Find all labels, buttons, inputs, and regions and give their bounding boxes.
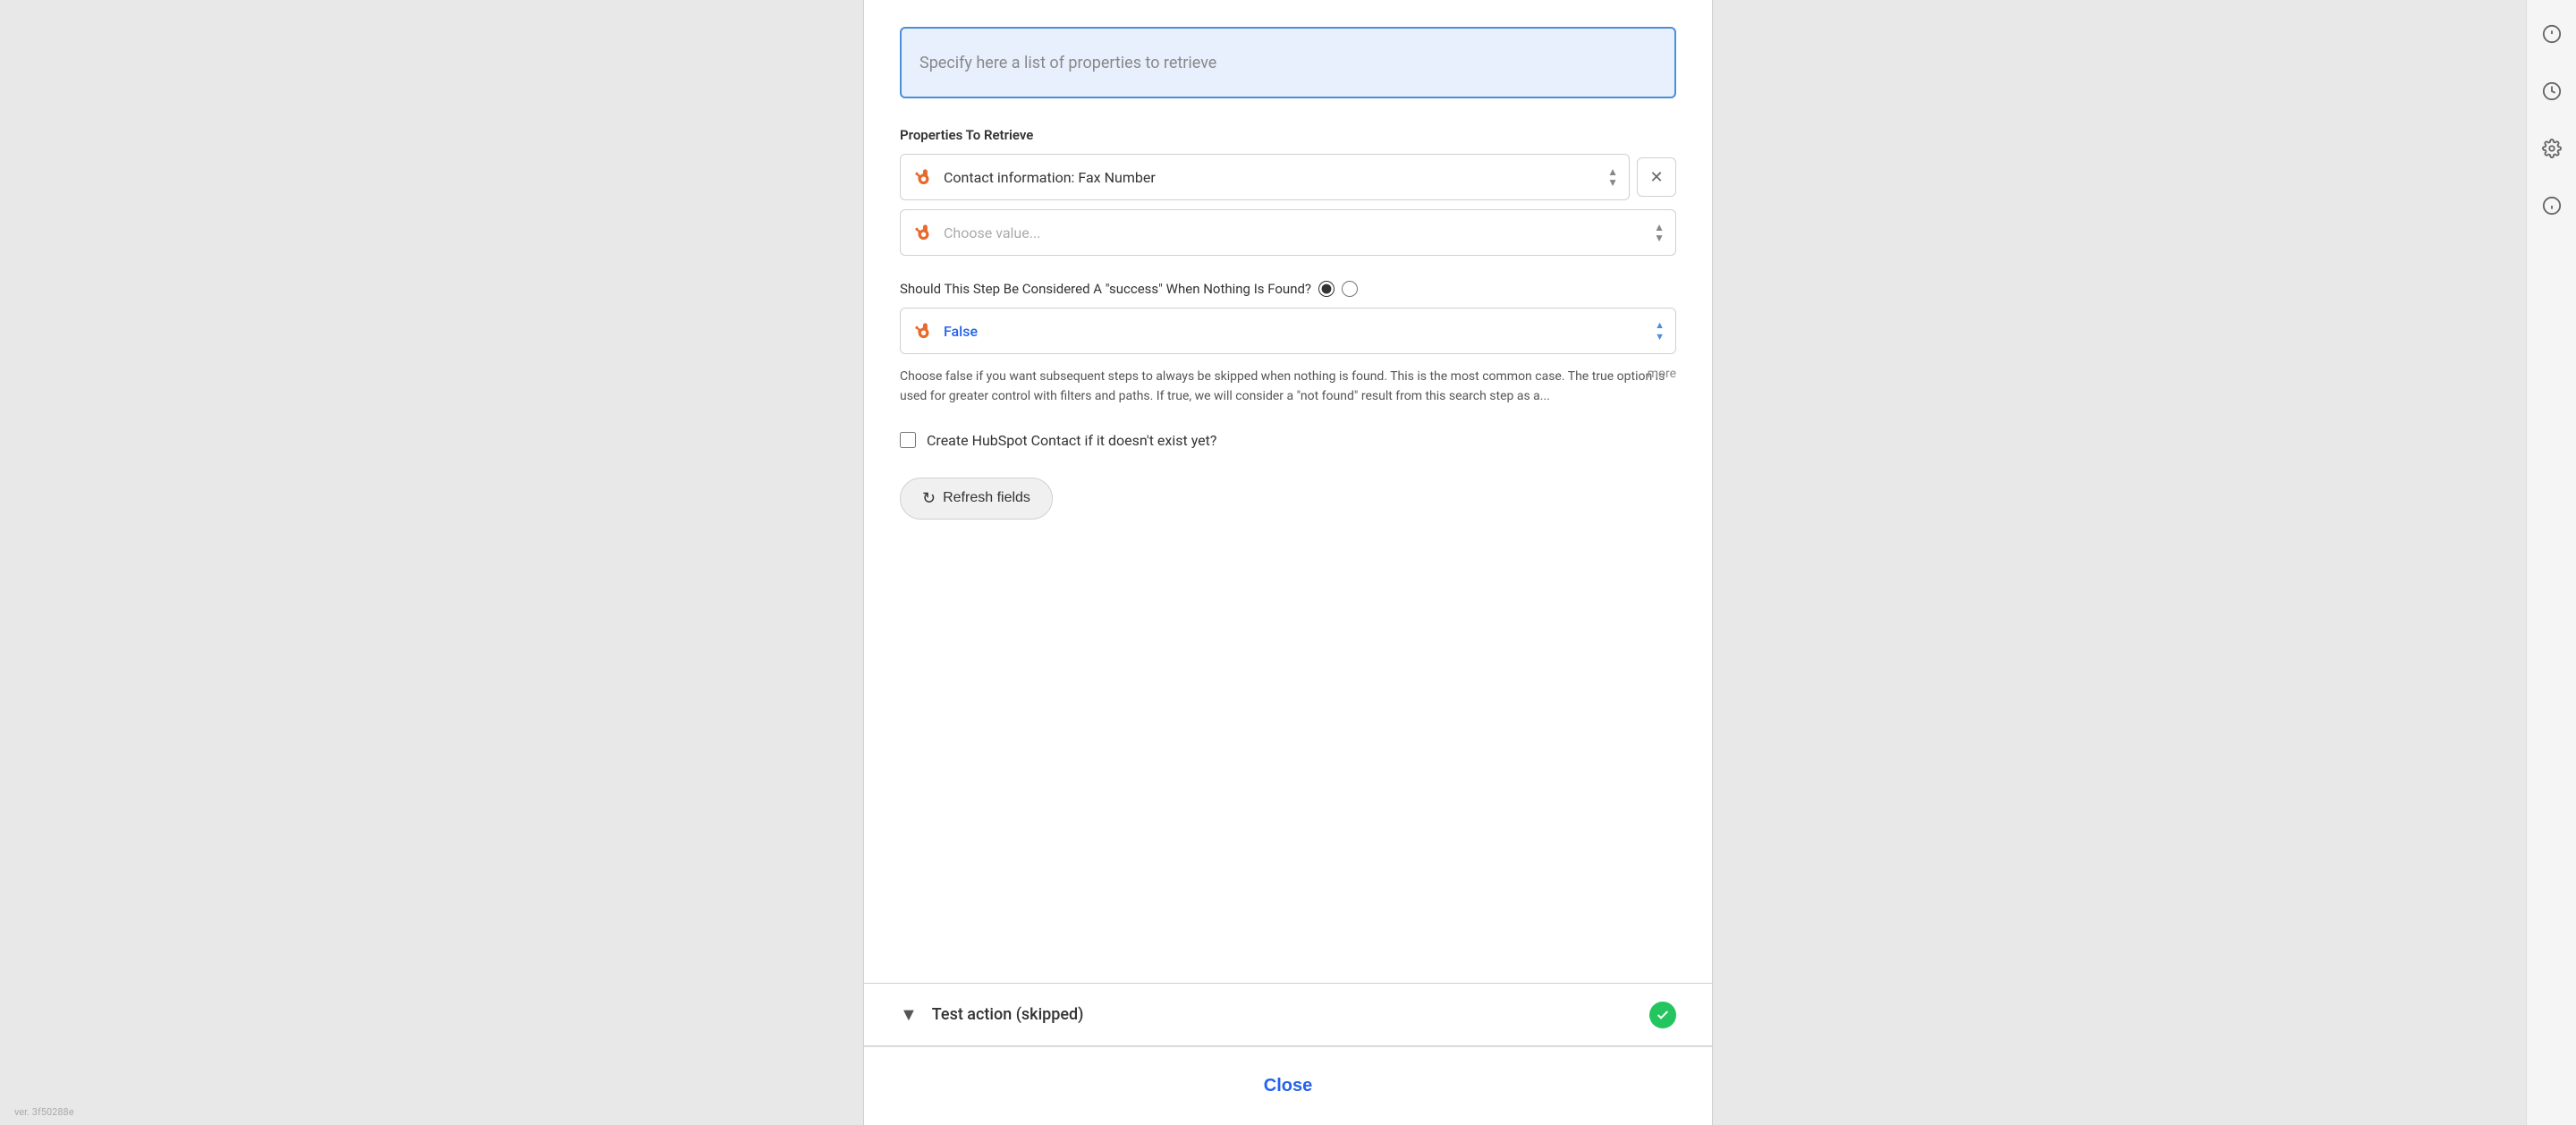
remove-property-button[interactable]: ✕ xyxy=(1637,157,1676,197)
hubspot-icon-1 xyxy=(911,165,935,189)
right-sidebar xyxy=(2526,0,2576,1125)
success-badge xyxy=(1649,1002,1676,1028)
property-dropdown-1[interactable]: Contact information: Fax Number ▲ ▼ xyxy=(900,154,1630,200)
property-dropdown-row-2: Choose value... ▲ ▼ xyxy=(900,209,1676,256)
checkbox-label: Create HubSpot Contact if it doesn't exi… xyxy=(927,432,1216,449)
success-section: Should This Step Be Considered A "succes… xyxy=(900,281,1676,407)
hubspot-icon-false xyxy=(911,319,935,343)
property-dropdown-2-placeholder: Choose value... xyxy=(944,224,1040,241)
text-input-area[interactable]: Specify here a list of properties to ret… xyxy=(900,27,1676,98)
false-value: False xyxy=(944,323,978,340)
refresh-fields-button[interactable]: ↻ Refresh fields xyxy=(900,478,1053,520)
test-action-label: Test action (skipped) xyxy=(932,1005,1084,1024)
dropdown-arrows-1: ▲ ▼ xyxy=(1607,166,1618,188)
dropdown-arrows-2: ▲ ▼ xyxy=(1654,222,1665,243)
test-action-left: ▼ Test action (skipped) xyxy=(900,1003,1083,1026)
chevron-down-icon[interactable]: ▼ xyxy=(900,1003,918,1026)
test-action-section: ▼ Test action (skipped) xyxy=(864,984,1712,1046)
checkbox-row: Create HubSpot Contact if it doesn't exi… xyxy=(900,432,1676,449)
remove-icon: ✕ xyxy=(1649,168,1663,187)
close-bar: Close xyxy=(864,1046,1712,1125)
radio-no[interactable] xyxy=(1342,281,1358,297)
create-contact-checkbox[interactable] xyxy=(900,432,916,448)
close-button[interactable]: Close xyxy=(1242,1069,1334,1104)
false-dropdown[interactable]: False ▲ ▼ xyxy=(900,308,1676,354)
description-wrapper: Choose false if you want subsequent step… xyxy=(900,367,1676,407)
gear-icon[interactable] xyxy=(2536,132,2568,165)
info-icon[interactable] xyxy=(2536,190,2568,222)
properties-section-label: Properties To Retrieve xyxy=(900,127,1676,143)
modal-container: Specify here a list of properties to ret… xyxy=(429,0,2147,1125)
modal: Specify here a list of properties to ret… xyxy=(863,0,1713,1125)
property-dropdown-2[interactable]: Choose value... ▲ ▼ xyxy=(900,209,1676,256)
success-label-text: Should This Step Be Considered A "succes… xyxy=(900,281,1311,297)
double-arrows: ▲ ▼ xyxy=(1655,319,1665,343)
text-input-placeholder: Specify here a list of properties to ret… xyxy=(919,54,1216,72)
refresh-fields-label: Refresh fields xyxy=(943,490,1030,506)
description-text: Choose false if you want subsequent step… xyxy=(900,369,1665,403)
refresh-icon: ↻ xyxy=(922,489,936,508)
modal-content: Specify here a list of properties to ret… xyxy=(864,0,1712,947)
alert-circle-icon[interactable] xyxy=(2536,18,2568,50)
radio-yes[interactable] xyxy=(1318,281,1335,297)
property-dropdown-row-1: Contact information: Fax Number ▲ ▼ ✕ xyxy=(900,154,1676,200)
property-dropdown-1-value: Contact information: Fax Number xyxy=(944,169,1156,186)
clock-icon[interactable] xyxy=(2536,75,2568,107)
radio-group xyxy=(1318,281,1358,297)
hubspot-icon-2 xyxy=(911,221,935,244)
version-text: ver. 3f50288e xyxy=(14,1106,74,1118)
more-link[interactable]: more xyxy=(1648,367,1676,381)
success-label: Should This Step Be Considered A "succes… xyxy=(900,281,1676,297)
